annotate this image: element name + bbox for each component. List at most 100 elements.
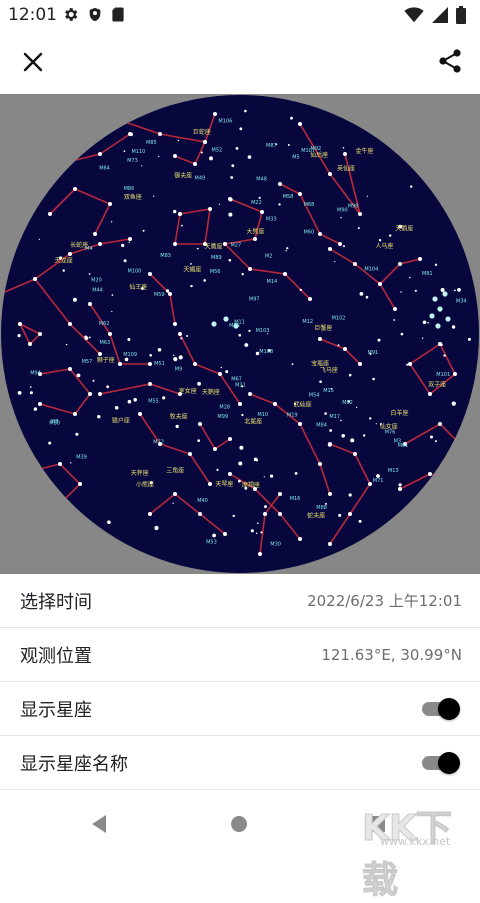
messier-label: M31 [235,383,246,389]
star [357,227,360,230]
star [129,132,134,137]
star [209,156,213,161]
close-button[interactable] [20,49,46,75]
messier-label: M104 [364,266,378,272]
messier-label: M71 [373,478,384,484]
messier-label: M108 [259,349,273,355]
star [177,139,179,142]
star [327,442,332,447]
star [324,412,327,415]
constellation-name-label: 巨蛇座 [193,128,211,136]
star [457,288,461,292]
status-icons-left [62,6,125,23]
constellation-name-label: 北冕座 [244,418,262,426]
star [123,120,127,124]
star [238,461,243,466]
star [148,382,152,386]
star [158,132,162,136]
star [244,343,249,347]
observe-location-row[interactable]: 观测位置 121.63°E, 30.99°N [0,628,480,682]
star-cluster [223,316,229,322]
star [278,203,281,206]
messier-label: M62 [99,321,110,327]
star [299,288,302,292]
star [248,392,252,396]
messier-label: M86 [124,186,135,192]
star [451,325,456,329]
star [84,335,87,339]
star [123,150,126,152]
show-constellations-label: 显示星座 [20,699,92,721]
constellation-name-label: 仙王座 [129,283,147,291]
messier-label: M2 [265,253,273,259]
star [278,182,282,186]
messier-label: M22 [251,200,262,206]
recents-icon[interactable] [369,816,385,832]
constellation-name-label: 猎户座 [112,417,130,425]
select-time-row[interactable]: 选择时间 2022/6/23 上午12:01 [0,574,480,628]
constellation-name-label: 牧夫座 [170,413,188,421]
star [270,474,274,478]
star [338,513,342,517]
star [29,391,33,395]
star [153,195,155,197]
star [68,252,72,256]
messier-label: M76 [385,430,396,436]
share-button[interactable] [436,47,464,75]
messier-label: M99 [217,414,228,420]
star [372,377,375,381]
messier-label: M107 [301,148,315,154]
star-cluster [432,296,438,302]
show-constellation-names-row: 显示星座名称 [0,736,480,790]
star [98,97,102,101]
star [68,322,72,326]
star [208,482,212,486]
star [128,241,130,243]
star [198,422,202,426]
star [76,373,81,378]
constellation-name-label: 三角座 [166,467,184,475]
star [228,472,232,476]
messier-label: M30 [270,542,281,548]
star [278,492,282,496]
star-cluster [442,291,448,297]
back-button[interactable] [90,814,108,838]
star [298,192,302,196]
star [232,514,235,518]
messier-label: M101 [436,372,450,378]
status-bar: 12:01 [0,0,480,30]
star [158,156,160,158]
star-map[interactable]: 大熊座小熊座天龙座仙王座仙后座英仙座御夫座双子座巨蟹座狮子座室女座牧夫座北冕座武… [0,94,480,574]
star [148,272,152,276]
messier-label: M97 [249,297,260,303]
close-icon [23,52,43,72]
star [128,237,132,241]
star [328,247,332,251]
star [190,284,193,288]
home-icon[interactable] [231,816,247,832]
star [257,522,259,525]
star-map-area[interactable]: 大熊座 小熊座 天龙座 仙王座 仙后座 英仙座 御夫座 双子座 巨蟹座 狮子座 室女座 牧夫座 北冕座武… [0,94,480,574]
star [298,122,302,126]
messier-label: M57 [82,359,93,365]
star [418,257,422,261]
messier-label: M58 [283,194,294,200]
star [238,333,242,337]
messier-label: M54 [309,393,320,399]
show-constellations-toggle[interactable] [422,696,462,722]
star [378,282,382,286]
constellation-name-label: 金牛座 [356,147,374,155]
star [203,279,206,282]
star [133,398,137,402]
star [241,413,244,417]
star [294,472,298,475]
star [93,232,97,236]
show-constellation-names-toggle[interactable] [422,750,462,776]
status-time: 12:01 [8,5,57,25]
star [18,322,22,326]
messier-label: M40 [197,498,208,504]
messier-label: M34 [456,299,467,305]
navigation-bar: KK下载 www.kkx.net [0,796,480,902]
star [70,462,72,464]
constellation-name-label: 宝瓶座 [311,360,329,368]
